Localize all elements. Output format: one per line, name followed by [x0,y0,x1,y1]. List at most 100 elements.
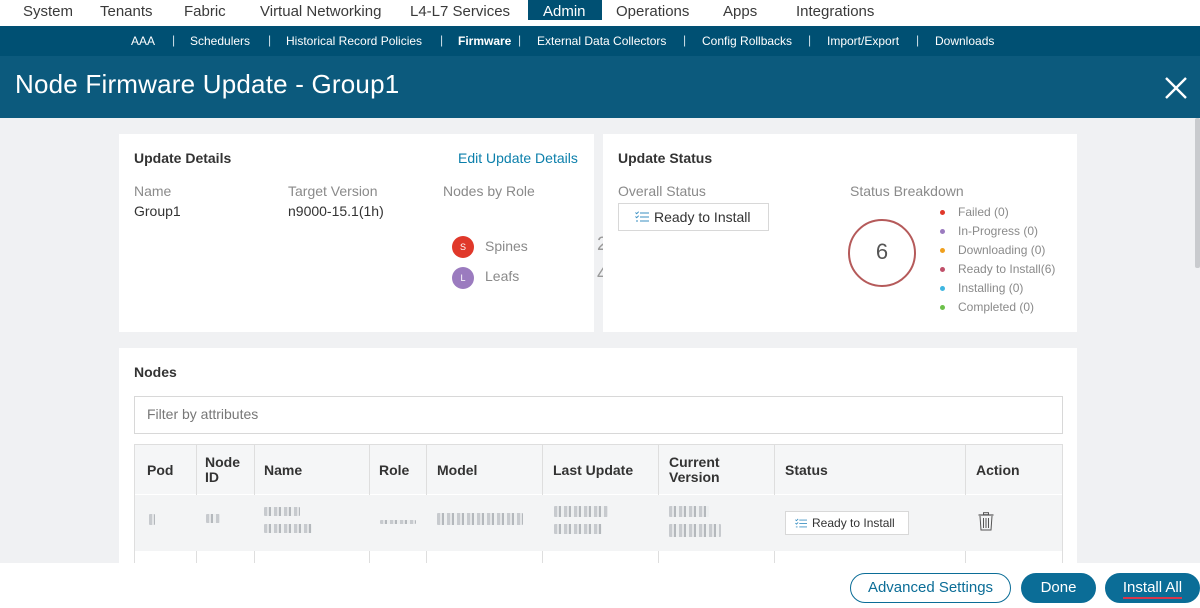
subnav-item-downloads[interactable]: Downloads [935,34,994,48]
column-header-node-id-line1: Node [205,454,240,470]
subnav-separator: | [518,33,522,47]
subnav-item-firmware[interactable]: Firmware [458,34,511,48]
subnav-item-aaa[interactable]: AAA [131,34,155,48]
column-header-current-version-line1: Current [669,454,720,470]
redacted-name [264,524,312,533]
update-details-title: Update Details [134,150,232,166]
legend-ready-to-install: Ready to Install(6) [940,262,1055,276]
subnav-separator: | [268,33,272,47]
redacted-name [264,507,300,516]
trash-icon[interactable] [978,512,994,531]
legend-label: Failed (0) [958,205,1009,219]
tab-virtual-networking[interactable]: Virtual Networking [240,0,390,20]
legend-failed: Failed (0) [940,205,1009,219]
table-row[interactable]: Ready to Install [135,495,1062,551]
target-version-label: Target Version [288,183,378,199]
done-button[interactable]: Done [1021,573,1096,603]
status-breakdown-donut: 6 [848,219,916,287]
redacted-current-version [669,506,709,517]
scrollbar[interactable] [1195,118,1200,268]
top-nav: System Tenants Fabric Virtual Networking… [0,0,1200,26]
tab-l4-l7-services[interactable]: L4-L7 Services [390,0,528,20]
checklist-icon [795,518,807,527]
legend-dot [940,209,945,215]
redacted-last-update [554,506,608,517]
redacted-role [380,520,416,524]
sub-nav: AAA | Schedulers | Historical Record Pol… [0,26,1200,56]
legend-label: In-Progress (0) [958,224,1039,238]
spine-role-badge: S [452,236,474,258]
column-header-name[interactable]: Name [264,463,302,478]
legend-label: Installing (0) [958,281,1024,295]
status-breakdown-label: Status Breakdown [850,183,964,199]
overall-status-label: Overall Status [618,183,706,199]
legend-in-progress: In-Progress (0) [940,224,1038,238]
legend-dot [940,228,945,234]
overall-status-value: Ready to Install [654,209,751,225]
row-status-chip: Ready to Install [785,511,909,535]
subnav-separator: | [172,33,176,47]
column-header-last-update[interactable]: Last Update [553,463,633,478]
nodes-table-header: Pod Node ID Name Role Model Last Update … [134,444,1063,494]
subnav-separator: | [440,33,444,47]
subnav-item-historical-record-policies[interactable]: Historical Record Policies [286,34,422,48]
tab-fabric[interactable]: Fabric [164,0,240,20]
tab-admin[interactable]: Admin [528,0,602,20]
tab-integrations[interactable]: Integrations [776,0,906,20]
tab-system[interactable]: System [0,0,96,20]
content-area: Update Details Edit Update Details Name … [0,118,1200,563]
nodes-by-role-label: Nodes by Role [443,183,535,199]
install-all-label: Install All [1122,579,1183,599]
legend-dot [940,285,945,291]
legend-completed: Completed (0) [940,300,1034,314]
column-header-node-id-line2: ID [205,469,219,485]
table-border-right [1062,444,1063,563]
legend-installing: Installing (0) [940,281,1023,295]
legend-label: Downloading (0) [958,243,1046,257]
row-status-value: Ready to Install [812,516,895,530]
redacted-model [437,513,523,525]
subnav-item-import-export[interactable]: Import/Export [827,34,899,48]
legend-label: Completed (0) [958,300,1035,314]
column-header-action[interactable]: Action [976,463,1020,478]
subnav-item-schedulers[interactable]: Schedulers [190,34,250,48]
legend-dot [940,304,945,310]
leafs-label: Leafs [485,268,520,284]
redacted-last-update [554,524,602,534]
update-details-card: Update Details Edit Update Details Name … [119,134,608,332]
legend-dot [940,247,945,253]
install-all-button[interactable]: Install All [1105,573,1200,603]
edit-update-details-link[interactable]: Edit Update Details [458,150,578,166]
tab-operations[interactable]: Operations [602,0,706,20]
close-icon[interactable] [1160,72,1192,104]
nodes-title: Nodes [134,364,177,380]
leaf-role-badge: L [452,267,474,289]
overall-status-chip: Ready to Install [618,203,769,231]
checklist-icon [635,211,649,222]
tab-tenants[interactable]: Tenants [96,0,164,20]
tab-apps[interactable]: Apps [706,0,776,20]
redacted-node-id [206,514,220,523]
target-version-value: n9000-15.1(1h) [288,203,384,219]
legend-dot [940,266,945,272]
nodes-card: Nodes Filter by attributes Pod Node ID N… [119,348,1077,563]
column-header-node-id[interactable]: Node ID [205,455,240,485]
subnav-item-external-data-collectors[interactable]: External Data Collectors [537,34,666,48]
column-header-status[interactable]: Status [785,463,828,478]
filter-input[interactable]: Filter by attributes [134,396,1063,434]
page-header: Node Firmware Update - Group1 [0,56,1200,118]
column-header-pod[interactable]: Pod [147,463,173,478]
name-value: Group1 [134,203,181,219]
column-header-role[interactable]: Role [379,463,409,478]
subnav-separator: | [916,33,920,47]
redacted-current-version [669,524,721,537]
advanced-settings-button[interactable]: Advanced Settings [850,573,1011,603]
subnav-item-config-rollbacks[interactable]: Config Rollbacks [702,34,792,48]
legend-downloading: Downloading (0) [940,243,1045,257]
column-header-model[interactable]: Model [437,463,477,478]
redacted-pod [149,514,155,525]
name-label: Name [134,183,172,199]
column-header-current-version[interactable]: Current Version [669,455,720,485]
subnav-separator: | [808,33,812,47]
footer-bar: Advanced Settings Done Install All [0,563,1200,608]
